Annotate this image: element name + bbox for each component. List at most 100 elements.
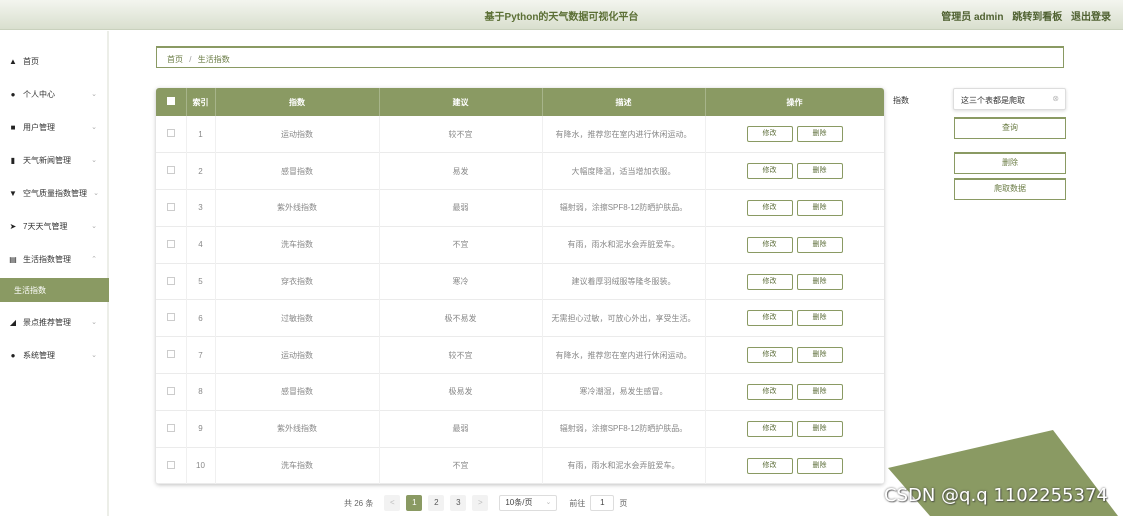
edit-button[interactable]: 修改 bbox=[746, 273, 793, 290]
table-row[interactable]: 6 过敏指数 极不易发 无需担心过敏，可放心外出，享受生活。 修改 删除 bbox=[156, 299, 884, 337]
row-checkbox[interactable] bbox=[166, 239, 175, 248]
goto-label: 前往 bbox=[569, 498, 586, 508]
chevron-down-icon: ⌄ bbox=[93, 190, 99, 197]
row-checkbox-cell bbox=[156, 336, 187, 374]
sidebar-item-label: 空气质量指数管理 bbox=[23, 188, 87, 198]
row-actions: 修改 删除 bbox=[705, 336, 884, 374]
sidebar-item-home[interactable]: ▲ 首页 bbox=[0, 50, 109, 72]
next-page-button[interactable]: > bbox=[472, 495, 489, 511]
table-row[interactable]: 10 洗车指数 不宜 有雨，雨水和泥水会弄脏爱车。 修改 删除 bbox=[156, 447, 884, 484]
goto-page-input[interactable]: 1 bbox=[590, 495, 615, 511]
row-actions: 修改 删除 bbox=[705, 447, 884, 484]
row-checkbox[interactable] bbox=[166, 202, 175, 211]
row-checkbox-cell bbox=[156, 263, 187, 300]
prev-page-button[interactable]: < bbox=[384, 495, 401, 511]
sidebar-item-life-index[interactable]: 生活指数 bbox=[0, 278, 109, 302]
sidebar-item-7day-weather[interactable]: ➤ 7天天气管理 ⌄ bbox=[0, 215, 109, 237]
chevron-down-icon: ⌄ bbox=[91, 352, 97, 359]
logout-link[interactable]: 退出登录 bbox=[1071, 12, 1111, 23]
row-delete-button[interactable]: 删除 bbox=[796, 273, 843, 290]
sidebar-item-users[interactable]: ■ 用户管理 ⌄ bbox=[0, 116, 109, 138]
sidebar-item-life-index-mgmt[interactable]: ▤ 生活指数管理 ⌃ bbox=[0, 248, 109, 270]
life-index-table: 索引 指数 建议 描述 操作 1 运动指数 较不宜 有降水，推荐您在室内进行休闲运动。… bbox=[156, 88, 884, 484]
select-all-checkbox[interactable] bbox=[166, 97, 175, 105]
chevron-down-icon: ⌄ bbox=[91, 124, 97, 131]
breadcrumb-current: 生活指数 bbox=[197, 55, 230, 64]
sidebar-item-profile[interactable]: ● 个人中心 ⌄ bbox=[0, 83, 109, 105]
chevron-down-icon: ⌄ bbox=[91, 223, 97, 230]
search-input[interactable]: 这三个表都是爬取 ⊗ bbox=[953, 88, 1066, 110]
table-row[interactable]: 3 紫外线指数 最弱 辐射弱，涂擦SPF8-12防晒护肤品。 修改 删除 bbox=[156, 189, 884, 227]
column-header-description: 描述 bbox=[542, 88, 706, 116]
row-delete-button[interactable]: 删除 bbox=[796, 383, 843, 400]
crawl-data-button[interactable]: 爬取数据 bbox=[954, 178, 1066, 200]
row-delete-button[interactable]: 删除 bbox=[796, 163, 843, 180]
edit-button[interactable]: 修改 bbox=[746, 163, 793, 180]
row-checkbox[interactable] bbox=[166, 423, 175, 432]
edit-button[interactable]: 修改 bbox=[746, 457, 793, 474]
top-header: 基于Python的天气数据可视化平台 管理员 admin 跳转到看板 退出登录 bbox=[0, 0, 1123, 30]
table-row[interactable]: 9 紫外线指数 最弱 辐射弱，涂擦SPF8-12防晒护肤品。 修改 删除 bbox=[156, 410, 884, 448]
edit-button[interactable]: 修改 bbox=[746, 199, 793, 216]
row-checkbox[interactable] bbox=[166, 350, 175, 359]
sidebar-item-weather-news[interactable]: ▮ 天气新闻管理 ⌄ bbox=[0, 149, 109, 171]
query-button[interactable]: 查询 bbox=[954, 117, 1066, 139]
search-label: 指数 bbox=[893, 96, 909, 105]
row-delete-button[interactable]: 删除 bbox=[796, 126, 843, 143]
row-index: 10 bbox=[186, 447, 216, 484]
row-name: 紫外线指数 bbox=[215, 410, 380, 448]
delete-button[interactable]: 删除 bbox=[954, 152, 1066, 174]
clear-icon[interactable]: ⊗ bbox=[1052, 94, 1059, 103]
sidebar-item-attractions[interactable]: ◢ 景点推荐管理 ⌄ bbox=[0, 311, 109, 333]
send-icon: ➤ bbox=[9, 221, 17, 231]
row-checkbox[interactable] bbox=[166, 460, 175, 469]
row-checkbox-cell bbox=[156, 152, 187, 190]
table-row[interactable]: 1 运动指数 较不宜 有降水，推荐您在室内进行休闲运动。 修改 删除 bbox=[156, 116, 884, 153]
row-checkbox[interactable] bbox=[166, 129, 175, 138]
page-button-2[interactable]: 2 bbox=[428, 495, 445, 511]
table-row[interactable]: 5 穿衣指数 寒冷 建议着厚羽绒服等隆冬服装。 修改 删除 bbox=[156, 263, 884, 300]
row-delete-button[interactable]: 删除 bbox=[796, 420, 843, 437]
row-description: 有降水，推荐您在室内进行休闲运动。 bbox=[542, 336, 706, 374]
edit-button[interactable]: 修改 bbox=[746, 236, 793, 253]
row-delete-button[interactable]: 删除 bbox=[796, 199, 843, 216]
edit-button[interactable]: 修改 bbox=[746, 420, 793, 437]
row-checkbox[interactable] bbox=[166, 313, 175, 322]
row-checkbox-cell bbox=[156, 447, 187, 484]
edit-button[interactable]: 修改 bbox=[746, 347, 793, 364]
breadcrumb: 首页 / 生活指数 bbox=[156, 46, 1064, 68]
sidebar-item-air-quality[interactable]: ▼ 空气质量指数管理 ⌄ bbox=[0, 182, 109, 204]
row-delete-button[interactable]: 删除 bbox=[796, 310, 843, 327]
edit-button[interactable]: 修改 bbox=[746, 126, 793, 143]
row-actions: 修改 删除 bbox=[705, 116, 884, 153]
edit-button[interactable]: 修改 bbox=[746, 310, 793, 327]
sidebar-item-label: 个人中心 bbox=[23, 89, 55, 99]
row-delete-button[interactable]: 删除 bbox=[796, 347, 843, 364]
row-checkbox[interactable] bbox=[166, 166, 175, 175]
row-name: 过敏指数 bbox=[215, 299, 380, 337]
row-description: 寒冷潮湿，易发生感冒。 bbox=[542, 373, 706, 411]
edit-button[interactable]: 修改 bbox=[746, 383, 793, 400]
row-checkbox[interactable] bbox=[166, 386, 175, 395]
page-button-1[interactable]: 1 bbox=[406, 495, 423, 511]
dashboard-link[interactable]: 跳转到看板 bbox=[1012, 12, 1062, 23]
row-checkbox-cell bbox=[156, 410, 187, 448]
row-checkbox[interactable] bbox=[166, 276, 175, 285]
sidebar: ▲ 首页 ● 个人中心 ⌄ ■ 用户管理 ⌄ ▮ 天气新闻管理 ⌄ ▼ 空气质量… bbox=[0, 31, 109, 516]
page-button-3[interactable]: 3 bbox=[450, 495, 467, 511]
table-row[interactable]: 4 洗车指数 不宜 有雨，雨水和泥水会弄脏爱车。 修改 删除 bbox=[156, 226, 884, 264]
table-row[interactable]: 7 运动指数 较不宜 有降水，推荐您在室内进行休闲运动。 修改 删除 bbox=[156, 336, 884, 374]
row-actions: 修改 删除 bbox=[705, 152, 884, 190]
column-header-name: 指数 bbox=[215, 88, 380, 116]
page-size-select[interactable]: 10条/页 ⌄ bbox=[499, 495, 558, 511]
table-row[interactable]: 8 感冒指数 极易发 寒冷潮湿，易发生感冒。 修改 删除 bbox=[156, 373, 884, 411]
row-actions: 修改 删除 bbox=[705, 189, 884, 227]
chevron-down-icon: ⌄ bbox=[91, 91, 97, 98]
row-delete-button[interactable]: 删除 bbox=[796, 457, 843, 474]
sidebar-item-system[interactable]: ● 系统管理 ⌄ bbox=[0, 344, 109, 366]
table-row[interactable]: 2 感冒指数 易发 大幅度降温，适当增加衣服。 修改 删除 bbox=[156, 152, 884, 190]
breadcrumb-home[interactable]: 首页 bbox=[167, 55, 183, 64]
row-checkbox-cell bbox=[156, 189, 187, 227]
row-delete-button[interactable]: 删除 bbox=[796, 236, 843, 253]
chevron-down-icon: ⌄ bbox=[545, 499, 552, 506]
